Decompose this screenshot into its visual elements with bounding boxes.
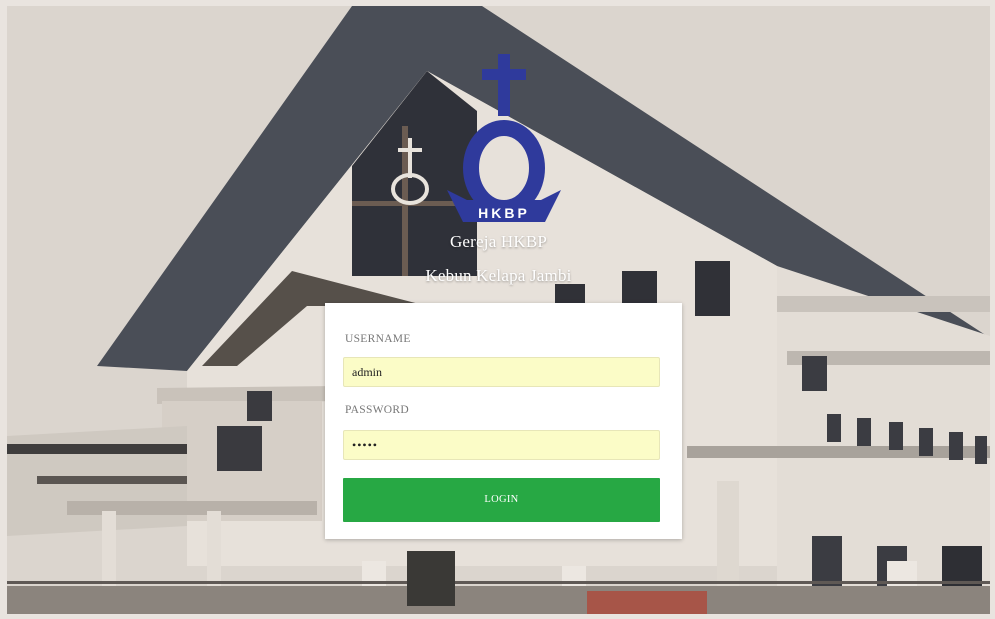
- brand-title-line1: Gereja HKBP: [449, 232, 548, 251]
- login-page: HKBP Gereja HKBP Kebun Kelapa Jambi USER…: [7, 6, 990, 614]
- password-input[interactable]: •••••: [343, 430, 660, 460]
- login-button[interactable]: LOGIN: [343, 478, 660, 522]
- login-card: USERNAME admin PASSWORD ••••• LOGIN: [325, 303, 682, 539]
- username-label: USERNAME: [345, 333, 411, 345]
- username-input[interactable]: admin: [343, 357, 660, 387]
- hkbp-logo-icon: HKBP: [447, 54, 561, 222]
- logo-text: HKBP: [478, 205, 530, 221]
- brand-title-line2: Kebun Kelapa Jambi: [425, 266, 572, 285]
- password-label: PASSWORD: [345, 404, 409, 416]
